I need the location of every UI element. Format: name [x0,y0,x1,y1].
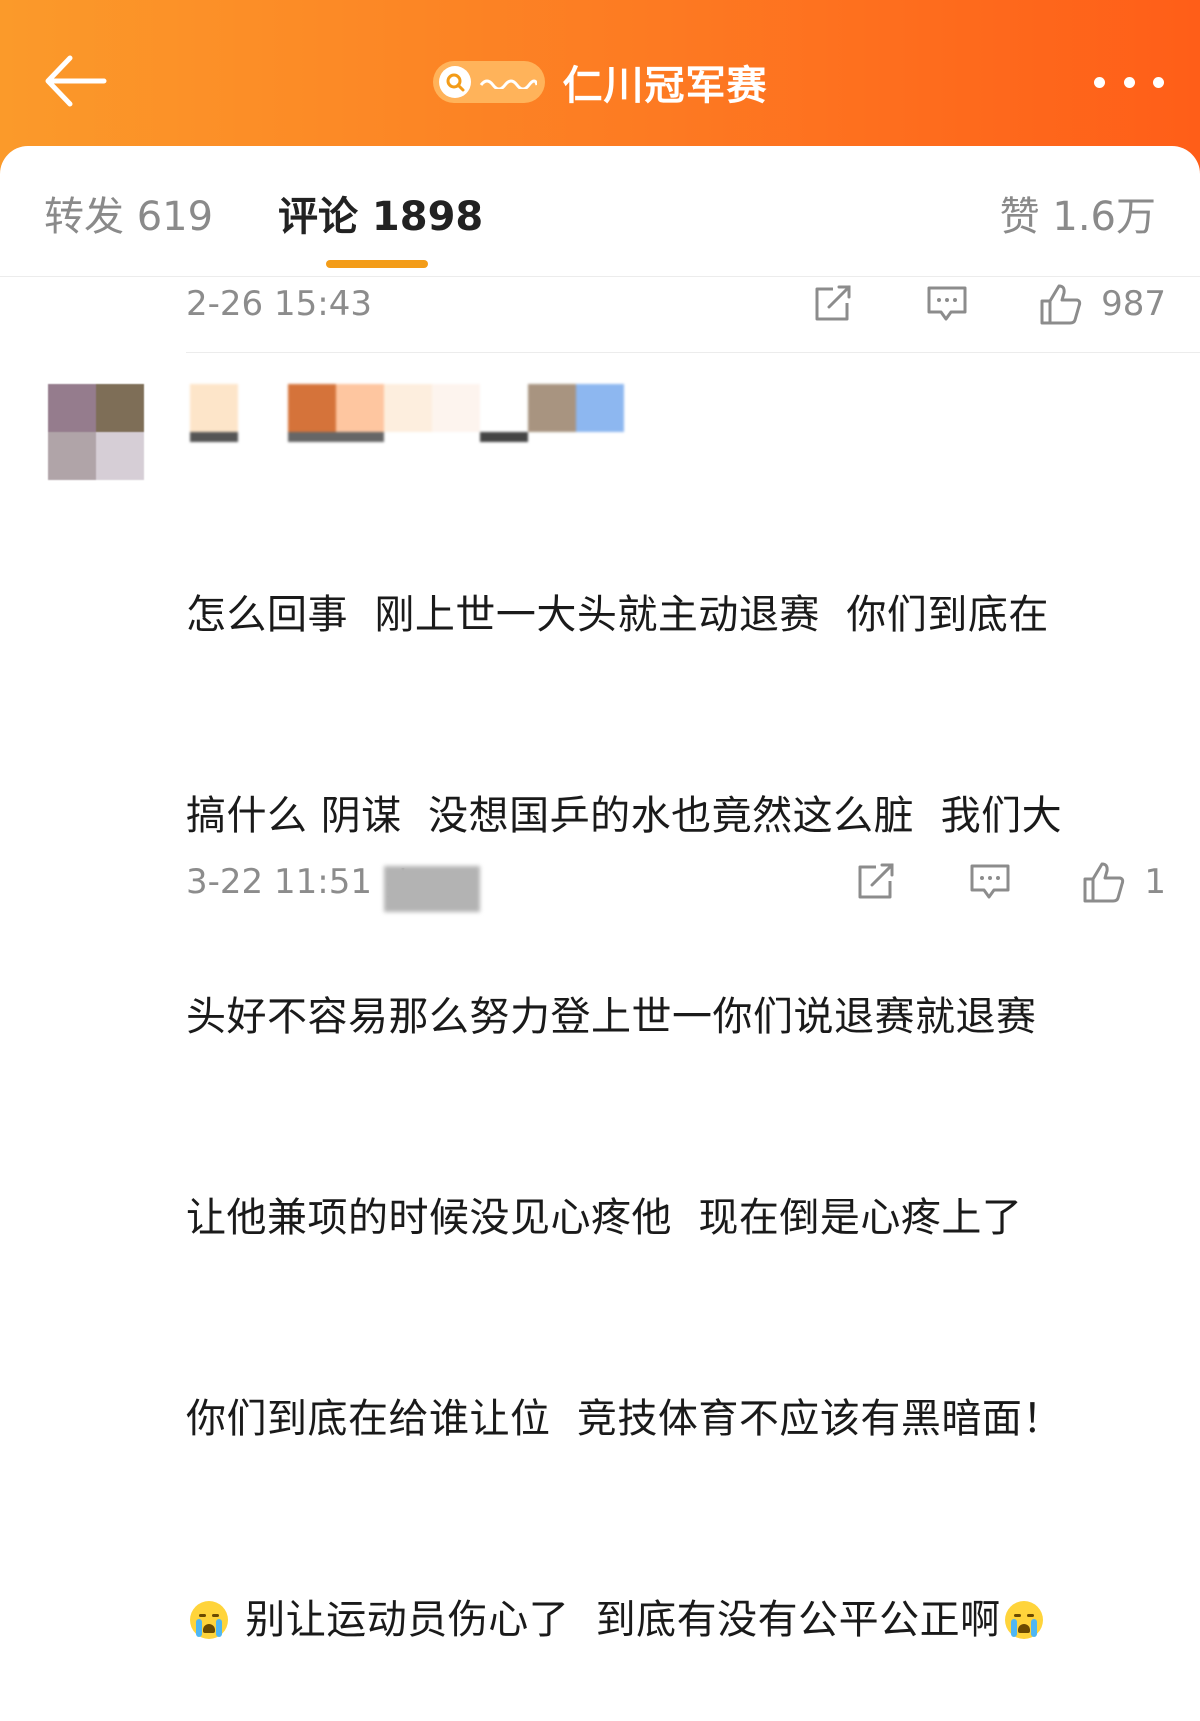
tab-bar: 转发 619 评论 1898 赞 1.6万 [0,146,1200,277]
divider [186,352,1200,353]
comment-actions: 1 [854,858,1166,906]
header-title-area: 仁川冠军赛 [0,52,1200,112]
comment-line-last: 别让运动员伤心了 到底有没有公平公正啊 [186,1587,1166,1654]
like-thumb-icon[interactable] [1082,860,1126,904]
tab-comments[interactable]: 评论 1898 [278,184,483,242]
share-icon[interactable] [854,860,898,904]
comment-line: 让他兼项的时候没见心疼他 现在倒是心疼上了 [186,1195,1023,1241]
avatar[interactable] [48,384,144,480]
active-tab-indicator [326,260,428,268]
comment-line: 搞什么 阴谋 没想国乒的水也竟然这么脏 我们大 [186,793,1063,839]
crying-face-icon [190,1601,228,1639]
prev-like-count: 987 [1101,284,1166,324]
reply-icon[interactable] [925,282,969,326]
more-dots-icon[interactable] [1094,72,1164,92]
comment-line: 你们到底在给谁让位 竞技体育不应该有黑暗面！ [186,1396,1063,1442]
prev-comment-time: 2-26 15:43 [186,284,372,324]
username-pixelated[interactable] [190,384,690,448]
prev-comment-actions: 987 [811,280,1166,328]
page-title: 仁川冠军赛 [562,63,768,109]
comment-meta: 3-22 11:51 来 1 [186,858,1166,906]
redacted-source-block [384,866,480,912]
super-topic-icon [432,61,545,103]
comment-like-count: 1 [1144,862,1166,902]
crying-face-icon [1004,1601,1043,1639]
comment-line: 头好不容易那么努力登上世一你们说退赛就退赛 [186,994,1037,1040]
reply-icon[interactable] [968,860,1012,904]
tab-repost[interactable]: 转发 619 [44,184,213,242]
prev-comment-meta: 2-26 15:43 987 [186,280,1166,328]
comment-line: 怎么回事 刚上世一大头就主动退赛 你们到底在 [186,592,1049,638]
tab-likes[interactable]: 赞 1.6万 [1000,184,1156,242]
comment-time: 3-22 11:51 [186,862,372,902]
share-icon[interactable] [811,282,855,326]
comment-line-text: 别让运动员伤心了 到底有没有公平公正啊 [232,1597,1001,1643]
like-thumb-icon[interactable] [1039,282,1083,326]
comment-body: 怎么回事 刚上世一大头就主动退赛 你们到底在 搞什么 阴谋 没想国乒的水也竟然这… [186,448,1166,1721]
